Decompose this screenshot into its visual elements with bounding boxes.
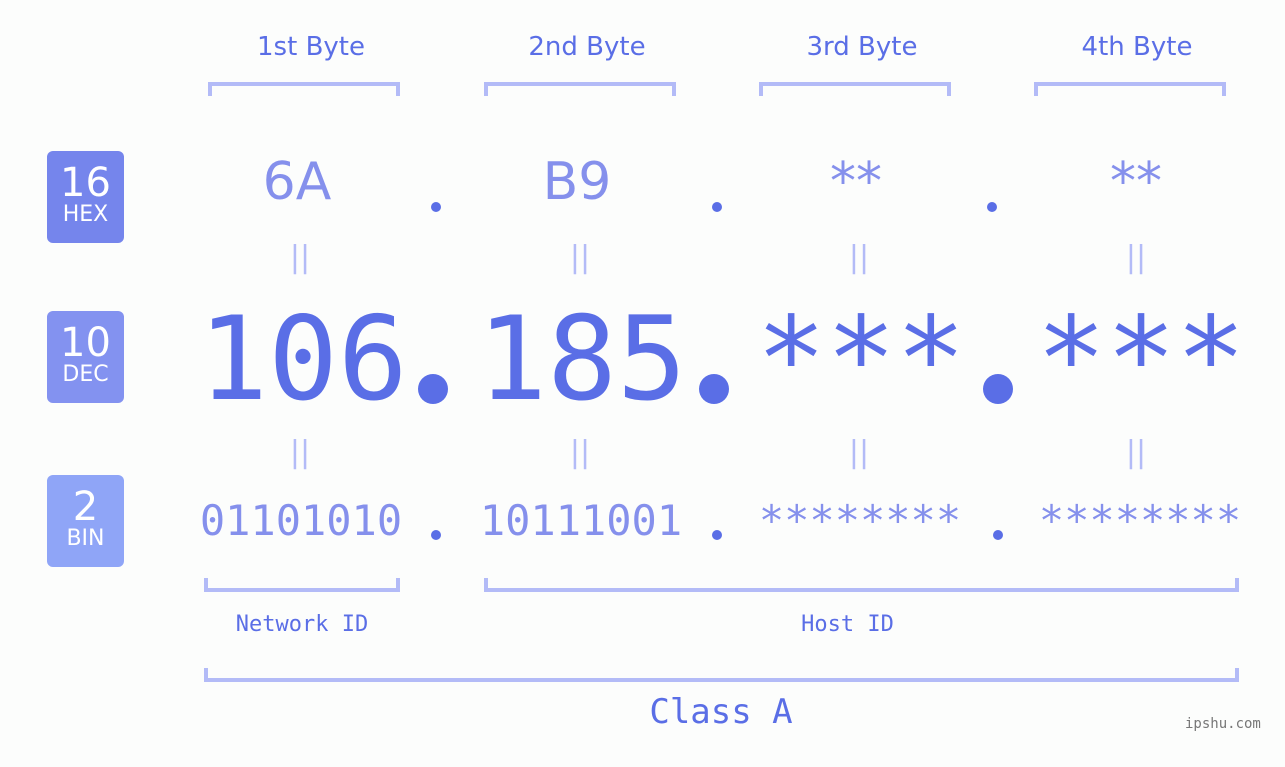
equals-sign: ||	[289, 435, 311, 470]
dec-dot-separator	[699, 374, 729, 404]
bin-value-2: 10111001	[479, 496, 683, 545]
bin-badge-label: BIN	[66, 526, 105, 551]
bin-value-1: 01101010	[199, 496, 403, 545]
hex-dot-separator	[987, 202, 997, 212]
class-label: Class A	[649, 692, 793, 732]
hex-badge-label: HEX	[62, 202, 109, 227]
dec-badge-number: 10	[60, 320, 111, 366]
equals-sign: ||	[1125, 240, 1147, 275]
hex-dot-separator	[712, 202, 722, 212]
byte-bracket-3	[759, 82, 951, 96]
byte-bracket-1	[208, 82, 400, 96]
equals-sign: ||	[569, 435, 591, 470]
byte-bracket-4	[1034, 82, 1226, 96]
bin-value-3: ********	[758, 496, 962, 545]
host-id-label: Host ID	[801, 612, 894, 637]
equals-sign: ||	[289, 240, 311, 275]
dec-value-4: ***	[1036, 292, 1246, 427]
dec-badge-label: DEC	[62, 362, 109, 387]
hex-badge: 16 HEX	[47, 151, 124, 243]
byte-header-1: 1st Byte	[257, 32, 365, 62]
dec-value-1: 106	[198, 292, 408, 427]
bin-dot-separator	[712, 530, 722, 540]
host-id-bracket	[484, 578, 1239, 592]
dec-value-3: ***	[756, 292, 966, 427]
equals-sign: ||	[1125, 435, 1147, 470]
bin-dot-separator	[993, 530, 1003, 540]
bin-value-4: ********	[1038, 496, 1242, 545]
byte-bracket-2	[484, 82, 676, 96]
hex-value-1: 6A	[262, 152, 332, 212]
dec-badge: 10 DEC	[47, 311, 124, 403]
watermark: ipshu.com	[1185, 716, 1261, 732]
byte-header-4: 4th Byte	[1081, 32, 1193, 62]
dec-dot-separator	[983, 374, 1013, 404]
dec-value-2: 185	[477, 292, 687, 427]
dec-dot-separator	[418, 374, 448, 404]
class-bracket	[204, 668, 1239, 682]
network-id-label: Network ID	[235, 612, 369, 637]
equals-sign: ||	[848, 240, 870, 275]
byte-header-2: 2nd Byte	[528, 32, 646, 62]
bin-dot-separator	[431, 530, 441, 540]
hex-badge-number: 16	[60, 160, 111, 206]
network-id-bracket	[204, 578, 400, 592]
bin-badge-number: 2	[72, 484, 99, 530]
hex-value-3: **	[830, 152, 882, 212]
hex-value-4: **	[1110, 152, 1162, 212]
equals-sign: ||	[848, 435, 870, 470]
equals-sign: ||	[569, 240, 591, 275]
bin-badge: 2 BIN	[47, 475, 124, 567]
hex-value-2: B9	[542, 152, 612, 212]
hex-dot-separator	[431, 202, 441, 212]
byte-header-3: 3rd Byte	[806, 32, 918, 62]
